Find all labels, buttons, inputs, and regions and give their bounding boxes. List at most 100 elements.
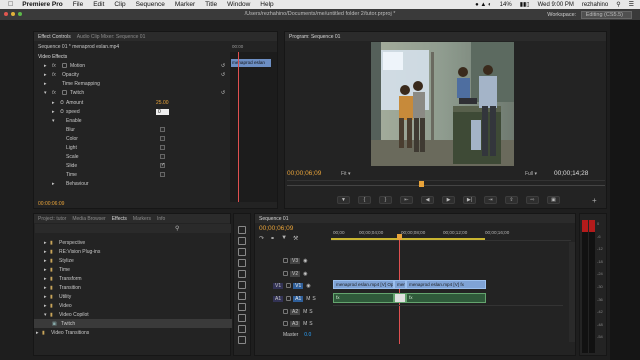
program-scrubber[interactable]	[287, 180, 605, 190]
extract-icon[interactable]: ⇨	[526, 196, 539, 204]
battery-percent[interactable]: 14%	[500, 2, 512, 8]
track-select-tool-icon[interactable]	[238, 237, 246, 245]
timeline-ruler[interactable]: 00;00 00;00;04;00 00;00;08;00 00;00;12;0…	[331, 225, 571, 241]
video-frame[interactable]	[371, 42, 514, 166]
effect-controls-timecode[interactable]: 00:00:06:09	[38, 201, 64, 207]
blur-checkbox[interactable]	[160, 127, 165, 132]
tab-audio-clip-mixer[interactable]: Audio Clip Mixer: Sequence 01	[77, 34, 146, 40]
mute-icon[interactable]: M	[306, 296, 310, 302]
timeline-playhead[interactable]	[399, 240, 400, 344]
username[interactable]: rezhahino	[582, 2, 608, 8]
speed-value[interactable]: 0	[156, 108, 169, 115]
amount-value[interactable]: 25.00	[156, 100, 169, 106]
mark-out-icon[interactable]: }	[379, 196, 392, 204]
list-item[interactable]: ▸ ▮ Perspective	[34, 238, 232, 247]
eye-icon[interactable]: ◉	[306, 283, 310, 289]
menu-title[interactable]: Title	[200, 1, 222, 8]
menu-clip[interactable]: Clip	[109, 1, 130, 8]
go-to-in-icon[interactable]: ⇤	[400, 196, 413, 204]
mute-icon[interactable]: M	[303, 309, 307, 315]
scale-checkbox[interactable]	[160, 154, 165, 159]
eye-icon[interactable]: ◉	[303, 271, 307, 277]
solo-icon[interactable]: S	[312, 296, 315, 302]
solo-icon[interactable]: S	[309, 309, 312, 315]
video-clip-1[interactable]: menaprod eslan.mp4 [V] Opa	[333, 280, 394, 289]
list-item[interactable]: ▸ ▮ Transition	[34, 283, 232, 292]
slide-checkbox[interactable]: ✓	[160, 163, 165, 168]
tab-media-browser[interactable]: Media Browser	[72, 216, 105, 222]
lock-icon[interactable]	[283, 309, 288, 314]
step-back-icon[interactable]: ◀	[421, 196, 434, 204]
snap-icon[interactable]: ↷	[259, 235, 264, 242]
slide-tool-icon[interactable]	[238, 303, 246, 311]
effects-search-bar[interactable]: ⚲	[35, 224, 231, 233]
reset-icon[interactable]: ↺	[221, 72, 225, 78]
export-frame-icon[interactable]: ▣	[547, 196, 560, 204]
tab-markers[interactable]: Markers	[133, 216, 151, 222]
clock[interactable]: Wed 9:00 PM	[538, 2, 574, 8]
list-item[interactable]: ▸ ▮ RE:Vision Plug-ins	[34, 247, 232, 256]
battery-icon[interactable]: ▮▮▯	[520, 1, 530, 8]
workspace-dropdown[interactable]: Editing (CS5.5)	[580, 11, 632, 19]
menu-file[interactable]: File	[68, 1, 88, 8]
master-volume[interactable]: 0.0	[304, 332, 311, 338]
audio-clip-1[interactable]: fx	[333, 293, 394, 303]
time-checkbox[interactable]	[160, 172, 165, 177]
list-item[interactable]: ▸ ▮ Time	[34, 265, 232, 274]
light-checkbox[interactable]	[160, 145, 165, 150]
menu-marker[interactable]: Marker	[170, 1, 200, 8]
menu-edit[interactable]: Edit	[88, 1, 109, 8]
effect-row-opacity[interactable]: ▸ fx Opacity ↺	[34, 70, 277, 79]
lock-icon[interactable]	[286, 283, 292, 288]
lock-icon[interactable]	[286, 296, 292, 301]
quality-dropdown[interactable]: Full ▾	[525, 171, 537, 177]
play-icon[interactable]: ▶	[442, 196, 455, 204]
list-item[interactable]: ▸ ▮ Stylize	[34, 256, 232, 265]
list-item-selected[interactable]: ▣ Twitch	[34, 319, 232, 328]
menu-list-icon[interactable]: ☰	[629, 1, 634, 8]
wrench-icon[interactable]: ⚒	[293, 235, 298, 242]
selection-tool-icon[interactable]	[238, 226, 246, 234]
tab-program[interactable]: Program: Sequence 01	[289, 34, 340, 40]
search-icon[interactable]: ⚲	[616, 1, 620, 8]
lock-icon[interactable]	[283, 271, 288, 276]
razor-tool-icon[interactable]	[238, 281, 246, 289]
menu-window[interactable]: Window	[222, 1, 255, 8]
mark-in-icon[interactable]: {	[358, 196, 371, 204]
add-marker-icon[interactable]: ▼	[337, 196, 350, 204]
video-clip-3[interactable]: menaprod eslan.mp4 [V] fx	[406, 280, 486, 289]
rolling-edit-tool-icon[interactable]	[238, 259, 246, 267]
list-item[interactable]: ▸ ▮ Utility	[34, 292, 232, 301]
video-clip-2[interactable]: mer	[394, 280, 406, 289]
effect-row-time-remapping[interactable]: ▸ Time Remapping	[34, 79, 277, 88]
timeline-timecode[interactable]: 00;00;06;09	[259, 225, 293, 232]
apple-icon[interactable]: 	[0, 1, 17, 8]
mute-icon[interactable]: M	[303, 321, 307, 327]
tab-sequence-01[interactable]: Sequence 01	[259, 216, 288, 222]
ripple-edit-tool-icon[interactable]	[238, 248, 246, 256]
zoom-tool-icon[interactable]	[238, 336, 246, 344]
audio-clip-2[interactable]	[394, 293, 406, 303]
menu-help[interactable]: Help	[255, 1, 278, 8]
list-item[interactable]: ▾ ▮ Video Copilot	[34, 310, 232, 319]
solo-icon[interactable]: S	[309, 321, 312, 327]
lift-icon[interactable]: ⇧	[505, 196, 518, 204]
effect-row-motion[interactable]: ▸ fx Motion ↺	[34, 61, 277, 70]
tab-effect-controls[interactable]: Effect Controls	[38, 34, 71, 40]
eye-icon[interactable]: ◉	[303, 258, 307, 264]
status-icons[interactable]: ● ▲ ◐	[475, 2, 492, 8]
timeline-scrollbar[interactable]	[569, 242, 575, 342]
add-button-icon[interactable]: +	[592, 196, 597, 205]
audio-clip-3[interactable]: fx	[406, 293, 486, 303]
list-item[interactable]: ▸ ▮ Video	[34, 301, 232, 310]
list-item[interactable]: ▸ ▮ Video Transitions	[34, 328, 232, 337]
menu-sequence[interactable]: Sequence	[131, 1, 170, 8]
add-marker-icon[interactable]: ▼	[281, 235, 287, 242]
reset-icon[interactable]: ↺	[221, 90, 225, 96]
reset-icon[interactable]: ↺	[221, 63, 225, 69]
workspace-selector[interactable]: Workspace: Editing (CS5.5)	[547, 11, 632, 19]
fit-dropdown[interactable]: Fit ▾	[341, 171, 350, 177]
step-forward-icon[interactable]: ▶|	[463, 196, 476, 204]
effect-row-twitch[interactable]: ▾ fx Twitch ↺	[34, 88, 277, 97]
go-to-out-icon[interactable]: ⇥	[484, 196, 497, 204]
